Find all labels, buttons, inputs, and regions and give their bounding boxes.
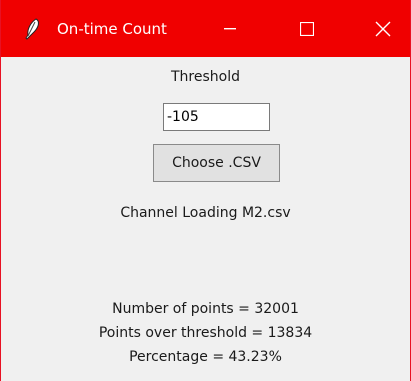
choose-csv-button[interactable]: Choose .CSV bbox=[153, 144, 280, 182]
close-icon bbox=[375, 21, 391, 36]
title-bar[interactable]: On-time Count bbox=[1, 0, 410, 57]
feather-icon bbox=[23, 18, 43, 40]
app-window: On-time Count Threshold Choose .CSV Chan… bbox=[0, 0, 411, 381]
percentage-text: Percentage = 43.23% bbox=[129, 349, 282, 365]
loaded-file-label: Channel Loading M2.csv bbox=[120, 205, 291, 221]
over-threshold-text: Points over threshold = 13834 bbox=[98, 325, 313, 341]
threshold-label: Threshold bbox=[171, 69, 240, 85]
points-count-text: Number of points = 32001 bbox=[112, 301, 299, 317]
minimize-icon bbox=[224, 27, 236, 29]
main-content: Threshold Choose .CSV Channel Loading M2… bbox=[1, 57, 410, 381]
window-title: On-time Count bbox=[57, 20, 167, 38]
maximize-icon bbox=[300, 21, 314, 36]
close-button[interactable] bbox=[360, 0, 406, 57]
minimize-button[interactable] bbox=[207, 0, 253, 57]
maximize-button[interactable] bbox=[284, 0, 330, 57]
threshold-input[interactable] bbox=[163, 103, 270, 131]
